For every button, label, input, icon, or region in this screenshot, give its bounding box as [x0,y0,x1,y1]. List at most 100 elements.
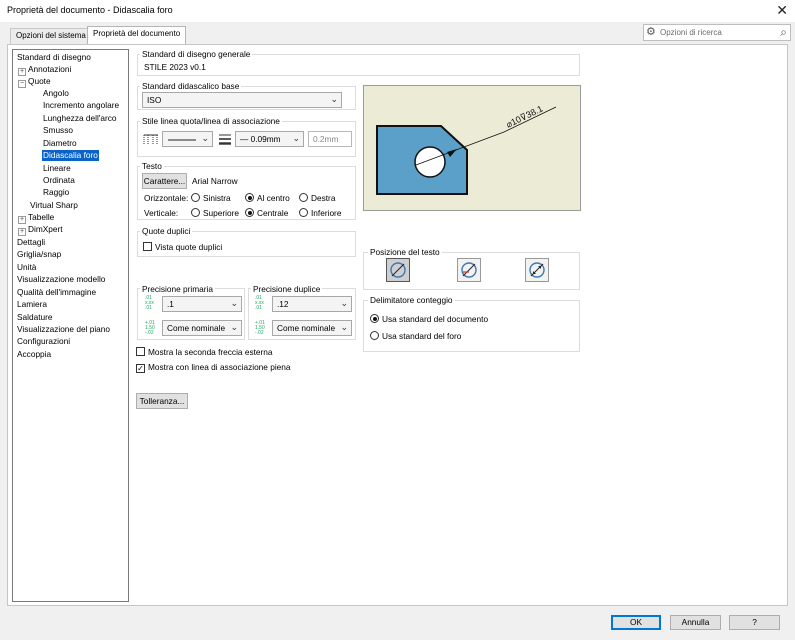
radio-dot[interactable] [245,193,254,202]
ok-button[interactable]: OK [611,615,661,630]
dual-dimensions-checkbox[interactable]: Vista quote duplici [143,242,222,252]
precision-icon: .01 x.xx .01 [145,295,154,311]
gear-icon[interactable]: ⚙ [646,25,656,38]
radio-dot[interactable] [299,208,308,217]
preview-panel: ⌀10⊽38.1 [363,85,581,211]
dual-tolerance-select[interactable]: Come nominale ⌄ [272,320,352,336]
radio-label: Al centro [257,193,290,203]
checkbox-box[interactable] [143,242,152,251]
precision-icon: .01 x.xx .01 [255,295,264,311]
expand-icon[interactable]: + [18,216,26,224]
custom-thickness-value: 0.2mm [313,134,339,144]
tree-item-accoppia[interactable]: Accoppia [17,349,51,360]
tree-item-configurazioni[interactable]: Configurazioni [17,336,70,347]
radio-hole-standard[interactable]: Usa standard del foro [370,331,461,341]
hole-callout-preview: ⌀10⊽38.1 [376,103,557,195]
tree-item-ordinata[interactable]: Ordinata [43,175,75,186]
tree-item-raggio[interactable]: Raggio [43,187,69,198]
tree-item-dettagli[interactable]: Dettagli [17,237,45,248]
tolerance-button[interactable]: Tolleranza... [136,393,188,409]
line-style-select[interactable]: ⌄ [162,131,213,147]
radio-v-bottom[interactable]: Inferiore [299,208,341,218]
tree-item-angolo[interactable]: Angolo [43,88,69,99]
radio-h-left[interactable]: Sinistra [191,193,231,203]
primary-precision-value: .1 [167,299,174,309]
primary-precision-label: Precisione primaria [140,284,216,294]
tree-item-vis-modello[interactable]: Visualizzazione modello [17,274,105,285]
tab-system-options[interactable]: Opzioni del sistema [10,28,92,44]
tree-item-virtual-sharp[interactable]: Virtual Sharp [30,200,78,211]
text-position-label: Posizione del testo [368,247,442,257]
checkbox-box[interactable] [136,347,145,356]
line-style-icon [143,134,158,145]
base-standard-select[interactable]: ISO ⌄ [142,92,342,108]
primary-tolerance-select[interactable]: Come nominale ⌄ [162,320,242,336]
tree-item-vis-piano[interactable]: Visualizzazione del piano [17,324,110,335]
custom-thickness-input[interactable]: 0.2mm [308,131,352,147]
collapse-icon[interactable]: − [18,80,26,88]
search-box[interactable]: ⚙ Opzioni di ricerca ⌕ [643,24,791,41]
expand-icon[interactable]: + [18,68,26,76]
radio-h-right[interactable]: Destra [299,193,335,203]
tree-item-diametro[interactable]: Diametro [43,138,77,149]
tree-item-didascalia-foro[interactable]: Didascalia foro [42,150,99,161]
tree-item-label: Quote [28,76,51,86]
font-button[interactable]: Carattere... [142,173,187,189]
checkbox-box[interactable]: ✓ [136,364,145,373]
cancel-button[interactable]: Annulla [670,615,721,630]
horizontal-label: Orizzontale: [144,193,189,203]
tolerance-precision-icon: +.01 1.50 -.02 [255,320,265,336]
radio-label: Usa standard del documento [382,314,489,324]
chevron-down-icon: ⌄ [292,133,300,143]
radio-dot[interactable] [191,193,200,202]
tree-item-lamiera[interactable]: Lamiera [17,299,47,310]
base-standard-value: ISO [147,95,162,105]
position-angled-icon [529,262,545,278]
radio-v-top[interactable]: Superiore [191,208,239,218]
radio-dot[interactable] [299,193,308,202]
chevron-down-icon: ⌄ [201,133,209,143]
close-icon[interactable]: ✕ [776,2,788,19]
expand-icon[interactable]: + [18,228,26,236]
tree-item-saldature[interactable]: Saldature [17,312,53,323]
radio-v-middle[interactable]: Centrale [245,208,288,218]
checkbox-label: Mostra con linea di associazione piena [148,362,291,372]
primary-precision-select[interactable]: .1 ⌄ [162,296,242,312]
count-delimiter-group [363,300,580,352]
dual-precision-select[interactable]: .12 ⌄ [272,296,352,312]
tree-item-arco[interactable]: Lunghezza dell'arco [43,113,117,124]
options-tree[interactable]: Standard di disegno + Annotazioni − Quote … [12,49,129,602]
radio-label: Usa standard del foro [382,331,462,341]
second-arrow-checkbox[interactable]: Mostra la seconda freccia esterna [136,347,273,357]
tree-item-unita[interactable]: Unità [17,262,36,273]
text-position-button-3[interactable] [525,258,549,282]
solid-leader-checkbox[interactable]: ✓ Mostra con linea di associazione piena [136,362,291,373]
radio-dot[interactable] [245,208,254,217]
radio-dot[interactable] [370,314,379,323]
radio-dot[interactable] [191,208,200,217]
tree-item-smusso[interactable]: Smusso [43,125,73,136]
text-position-button-1[interactable] [386,258,410,282]
tab-document-properties[interactable]: Proprietà del documento [87,26,187,44]
tree-item-griglia[interactable]: Griglia/snap [17,249,61,260]
tree-item-standard[interactable]: Standard di disegno [17,52,91,63]
tolerance-precision-icon: +.01 1.50 -.02 [145,320,155,336]
line-thickness-select[interactable]: — 0.09mm ⌄ [235,131,304,147]
general-standard-value: STILE 2023 v0.1 [144,62,206,72]
radio-h-center[interactable]: Al centro [245,193,290,203]
tree-item-incremento[interactable]: Incremento angolare [43,100,119,111]
help-button[interactable]: ? [729,615,780,630]
radio-label: Centrale [257,208,289,218]
dual-dimensions-label: Quote duplici [140,226,193,236]
tree-item-quote[interactable]: − Quote [18,76,51,88]
text-position-button-2[interactable] [457,258,481,282]
tree-item-annotazioni[interactable]: + Annotazioni [18,64,71,76]
tree-item-lineare[interactable]: Lineare [43,163,71,174]
radio-document-standard[interactable]: Usa standard del documento [370,314,488,324]
position-inline-icon [390,262,406,278]
tree-item-qualita[interactable]: Qualità dell'immagine [17,287,96,298]
search-icon[interactable]: ⌕ [780,25,787,40]
tree-item-tabelle[interactable]: + Tabelle [18,212,54,224]
tree-item-dimxpert[interactable]: + DimXpert [18,224,63,236]
radio-dot[interactable] [370,331,379,340]
